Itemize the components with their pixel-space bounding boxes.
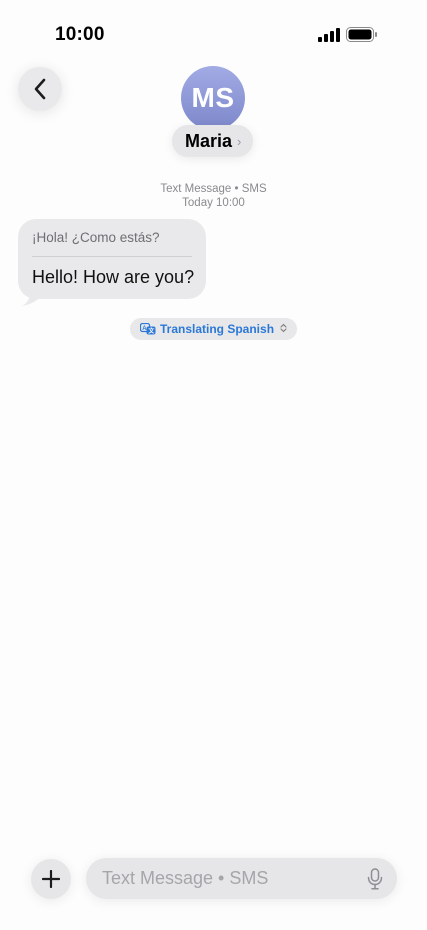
incoming-message-bubble[interactable]: ¡Hola! ¿Como estás? Hello! How are you? [18, 219, 206, 299]
microphone-icon [367, 868, 383, 890]
back-button[interactable] [18, 67, 62, 111]
chevron-left-icon [34, 78, 46, 100]
svg-text:A: A [142, 326, 147, 332]
chevron-right-icon: › [237, 133, 242, 149]
translating-label: Translating Spanish [160, 322, 275, 336]
plus-icon [42, 870, 60, 888]
contact-name: Maria [185, 130, 233, 151]
message-input[interactable] [102, 858, 352, 899]
translation-divider [32, 256, 192, 257]
original-message-text: ¡Hola! ¿Como estás? [32, 230, 160, 245]
messages-screen: 10:00 MS Maria › Text Message • SMS Toda… [0, 0, 427, 930]
contact-avatar[interactable]: MS [181, 66, 245, 130]
avatar-initials: MS [191, 82, 235, 113]
service-label: Text Message • SMS [160, 183, 267, 195]
chevron-up-down-icon [280, 323, 287, 335]
add-attachment-button[interactable] [31, 859, 71, 899]
message-input-field[interactable] [86, 858, 397, 899]
translate-icon: A 文 [140, 323, 156, 335]
thread-timestamp: Today 10:00 [182, 197, 245, 209]
microphone-button[interactable] [367, 868, 383, 890]
status-bar-time: 10:00 [55, 24, 105, 45]
translated-message-text: Hello! How are you? [32, 267, 195, 287]
cellular-signal-icon [318, 28, 340, 42]
svg-text:文: 文 [147, 327, 155, 335]
battery-full-icon [346, 27, 377, 42]
translating-language-button[interactable]: A 文 Translating Spanish [130, 318, 298, 340]
contact-name-button[interactable]: Maria › [172, 125, 254, 157]
thread-meta: Text Message • SMS Today 10:00 [0, 182, 427, 210]
